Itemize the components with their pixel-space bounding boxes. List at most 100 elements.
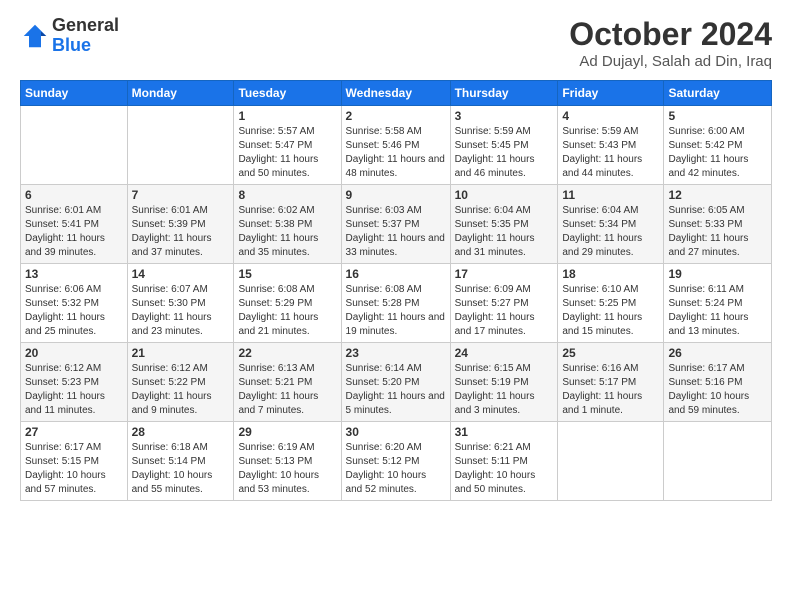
day-number: 19 [668,267,767,281]
day-number: 22 [238,346,336,360]
week-row-2: 13 Sunrise: 6:06 AM Sunset: 5:32 PM Dayli… [21,264,772,343]
day-number: 12 [668,188,767,202]
day-info: Sunrise: 6:02 AM Sunset: 5:38 PM Dayligh… [238,204,336,260]
calendar-cell: 7Sunrise: 6:01 AM Sunset: 5:39 PM Daylig… [127,185,234,264]
calendar-cell: 25 Sunrise: 6:16 AM Sunset: 5:17 PM Dayli… [558,343,664,422]
day-number: 30 [346,425,446,439]
day-number: 17 [455,267,554,281]
calendar-cell: 3 Sunrise: 5:59 AM Sunset: 5:45 PM Daylig… [450,106,558,185]
week-row-0: 1Sunrise: 5:57 AM Sunset: 5:47 PM Daylig… [21,106,772,185]
calendar-cell: 18 Sunrise: 6:10 AM Sunset: 5:25 PM Dayli… [558,264,664,343]
week-row-1: 6 Sunrise: 6:01 AM Sunset: 5:41 PM Daylig… [21,185,772,264]
day-info: Sunrise: 6:17 AM Sunset: 5:15 PM Dayligh… [25,441,123,497]
calendar-cell: 29 Sunrise: 6:19 AM Sunset: 5:13 PM Dayli… [234,422,341,501]
logo-icon [20,21,50,51]
day-info: Sunrise: 6:12 AM Sunset: 5:23 PM Dayligh… [25,362,123,418]
day-info: Sunrise: 6:10 AM Sunset: 5:25 PM Dayligh… [562,283,659,339]
day-number: 9 [346,188,446,202]
day-info: Sunrise: 6:05 AM Sunset: 5:33 PM Dayligh… [668,204,767,260]
day-info: Sunrise: 6:17 AM Sunset: 5:16 PM Dayligh… [668,362,767,418]
day-number: 21 [132,346,230,360]
day-info: Sunrise: 6:19 AM Sunset: 5:13 PM Dayligh… [238,441,336,497]
calendar-cell: 12 Sunrise: 6:05 AM Sunset: 5:33 PM Dayli… [664,185,772,264]
day-number: 8 [238,188,336,202]
day-info: Sunrise: 6:08 AM Sunset: 5:29 PM Dayligh… [238,283,336,339]
day-info: Sunrise: 6:16 AM Sunset: 5:17 PM Dayligh… [562,362,659,418]
day-info: Sunrise: 6:14 AM Sunset: 5:20 PM Dayligh… [346,362,446,418]
main-title: October 2024 [569,16,772,53]
day-info: Sunrise: 6:20 AM Sunset: 5:12 PM Dayligh… [346,441,446,497]
week-row-4: 27Sunrise: 6:17 AM Sunset: 5:15 PM Dayli… [21,422,772,501]
calendar-cell: 8 Sunrise: 6:02 AM Sunset: 5:38 PM Daylig… [234,185,341,264]
calendar-cell: 28 Sunrise: 6:18 AM Sunset: 5:14 PM Dayli… [127,422,234,501]
calendar-cell: 22 Sunrise: 6:13 AM Sunset: 5:21 PM Dayli… [234,343,341,422]
day-info: Sunrise: 6:01 AM Sunset: 5:41 PM Dayligh… [25,204,123,260]
calendar-cell [21,106,128,185]
calendar-cell: 30 Sunrise: 6:20 AM Sunset: 5:12 PM Dayli… [341,422,450,501]
subtitle: Ad Dujayl, Salah ad Din, Iraq [569,53,772,70]
calendar-cell: 9Sunrise: 6:03 AM Sunset: 5:37 PM Daylig… [341,185,450,264]
calendar-cell: 5 Sunrise: 6:00 AM Sunset: 5:42 PM Daylig… [664,106,772,185]
day-number: 4 [562,109,659,123]
calendar-cell: 26 Sunrise: 6:17 AM Sunset: 5:16 PM Dayli… [664,343,772,422]
calendar-cell: 19 Sunrise: 6:11 AM Sunset: 5:24 PM Dayli… [664,264,772,343]
calendar-cell: 1Sunrise: 5:57 AM Sunset: 5:47 PM Daylig… [234,106,341,185]
calendar-cell: 21Sunrise: 6:12 AM Sunset: 5:22 PM Dayli… [127,343,234,422]
day-info: Sunrise: 6:13 AM Sunset: 5:21 PM Dayligh… [238,362,336,418]
day-number: 28 [132,425,230,439]
day-number: 3 [455,109,554,123]
day-header-tuesday: Tuesday [234,81,341,106]
day-number: 14 [132,267,230,281]
day-number: 24 [455,346,554,360]
day-number: 7 [132,188,230,202]
logo-line2: Blue [52,36,119,56]
calendar-cell: 15 Sunrise: 6:08 AM Sunset: 5:29 PM Dayli… [234,264,341,343]
day-number: 23 [346,346,446,360]
week-row-3: 20 Sunrise: 6:12 AM Sunset: 5:23 PM Dayli… [21,343,772,422]
day-info: Sunrise: 6:04 AM Sunset: 5:35 PM Dayligh… [455,204,554,260]
page: General Blue October 2024 Ad Dujayl, Sal… [0,0,792,612]
day-info: Sunrise: 6:00 AM Sunset: 5:42 PM Dayligh… [668,125,767,181]
day-info: Sunrise: 6:06 AM Sunset: 5:32 PM Dayligh… [25,283,123,339]
day-header-wednesday: Wednesday [341,81,450,106]
day-number: 11 [562,188,659,202]
day-info: Sunrise: 6:18 AM Sunset: 5:14 PM Dayligh… [132,441,230,497]
calendar-cell: 2Sunrise: 5:58 AM Sunset: 5:46 PM Daylig… [341,106,450,185]
day-number: 29 [238,425,336,439]
calendar-cell: 6 Sunrise: 6:01 AM Sunset: 5:41 PM Daylig… [21,185,128,264]
day-number: 25 [562,346,659,360]
day-number: 10 [455,188,554,202]
calendar-cell: 23 Sunrise: 6:14 AM Sunset: 5:20 PM Dayli… [341,343,450,422]
calendar-cell: 4 Sunrise: 5:59 AM Sunset: 5:43 PM Daylig… [558,106,664,185]
day-number: 15 [238,267,336,281]
logo-line1: General [52,16,119,36]
day-number: 13 [25,267,123,281]
day-info: Sunrise: 6:21 AM Sunset: 5:11 PM Dayligh… [455,441,554,497]
day-number: 26 [668,346,767,360]
day-header-sunday: Sunday [21,81,128,106]
day-number: 18 [562,267,659,281]
day-info: Sunrise: 6:04 AM Sunset: 5:34 PM Dayligh… [562,204,659,260]
day-info: Sunrise: 5:59 AM Sunset: 5:45 PM Dayligh… [455,125,554,181]
calendar-cell: 31Sunrise: 6:21 AM Sunset: 5:11 PM Dayli… [450,422,558,501]
calendar-cell [664,422,772,501]
day-info: Sunrise: 6:07 AM Sunset: 5:30 PM Dayligh… [132,283,230,339]
calendar-cell [558,422,664,501]
day-info: Sunrise: 6:08 AM Sunset: 5:28 PM Dayligh… [346,283,446,339]
day-header-monday: Monday [127,81,234,106]
header: General Blue October 2024 Ad Dujayl, Sal… [20,16,772,70]
day-number: 6 [25,188,123,202]
calendar-cell: 11 Sunrise: 6:04 AM Sunset: 5:34 PM Dayli… [558,185,664,264]
day-info: Sunrise: 5:57 AM Sunset: 5:47 PM Dayligh… [238,125,336,181]
day-number: 2 [346,109,446,123]
day-header-saturday: Saturday [664,81,772,106]
calendar-cell: 14 Sunrise: 6:07 AM Sunset: 5:30 PM Dayli… [127,264,234,343]
day-info: Sunrise: 6:15 AM Sunset: 5:19 PM Dayligh… [455,362,554,418]
calendar-cell: 16Sunrise: 6:08 AM Sunset: 5:28 PM Dayli… [341,264,450,343]
calendar-cell: 27Sunrise: 6:17 AM Sunset: 5:15 PM Dayli… [21,422,128,501]
day-info: Sunrise: 6:11 AM Sunset: 5:24 PM Dayligh… [668,283,767,339]
day-number: 20 [25,346,123,360]
day-info: Sunrise: 5:59 AM Sunset: 5:43 PM Dayligh… [562,125,659,181]
day-number: 5 [668,109,767,123]
day-info: Sunrise: 6:09 AM Sunset: 5:27 PM Dayligh… [455,283,554,339]
